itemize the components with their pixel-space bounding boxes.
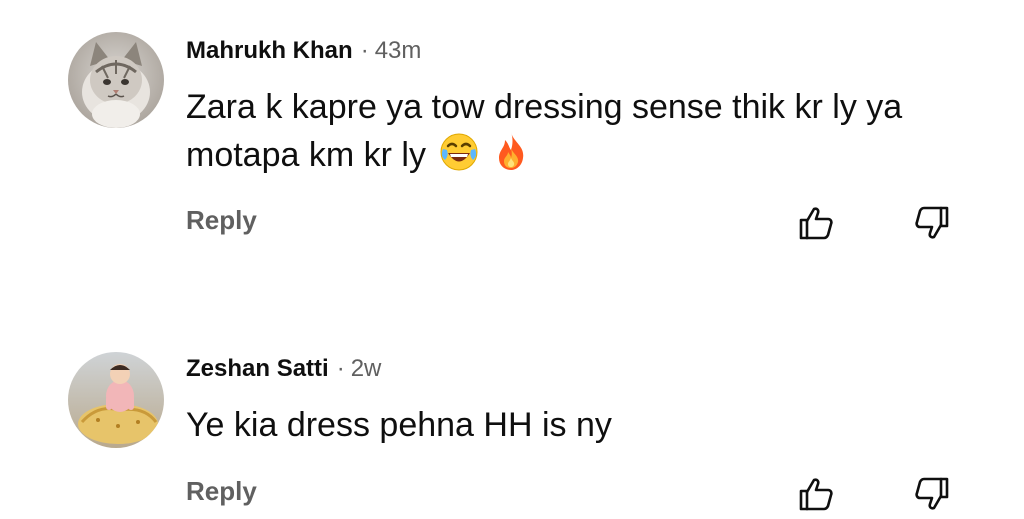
thumbs-down-icon[interactable] [912,203,952,243]
fire-emoji-icon [493,130,529,184]
thumbs-up-icon[interactable] [796,203,836,243]
avatar[interactable] [68,352,164,448]
author-name[interactable]: Mahrukh Khan [186,37,353,64]
comment-actions: Reply [186,474,949,514]
meta-separator: · [360,37,369,64]
author-name[interactable]: Zeshan Satti [186,355,329,382]
comment-text: Zara k kapre ya tow dressing sense thik … [186,84,986,184]
avatar[interactable] [68,32,164,128]
cat-avatar-image [68,32,164,128]
thumbs-up-icon[interactable] [796,474,836,514]
comment: Mahrukh Khan · 43m Zara k kapre ya tow dre… [0,0,1024,270]
comment-text: Ye kia dress pehna HH is ny [186,402,986,448]
timestamp[interactable]: 2w [351,355,382,382]
thumbs-down-icon[interactable] [912,474,952,514]
meta-separator: · [336,355,345,382]
comment-meta: Zeshan Satti · 2w [186,354,381,384]
reply-button[interactable]: Reply [186,476,257,507]
comment: Zeshan Satti · 2w Ye kia dress pehna HH is… [0,340,1024,519]
comment-meta: Mahrukh Khan · 43m [186,36,421,66]
comment-actions: Reply [186,203,949,243]
laughing-tears-emoji-icon [439,132,479,184]
timestamp[interactable]: 43m [375,37,422,64]
child-avatar-image [68,352,164,448]
comment-body: Zara k kapre ya tow dressing sense thik … [186,88,903,174]
comment-body: Ye kia dress pehna HH is ny [186,406,612,444]
reply-button[interactable]: Reply [186,205,257,236]
